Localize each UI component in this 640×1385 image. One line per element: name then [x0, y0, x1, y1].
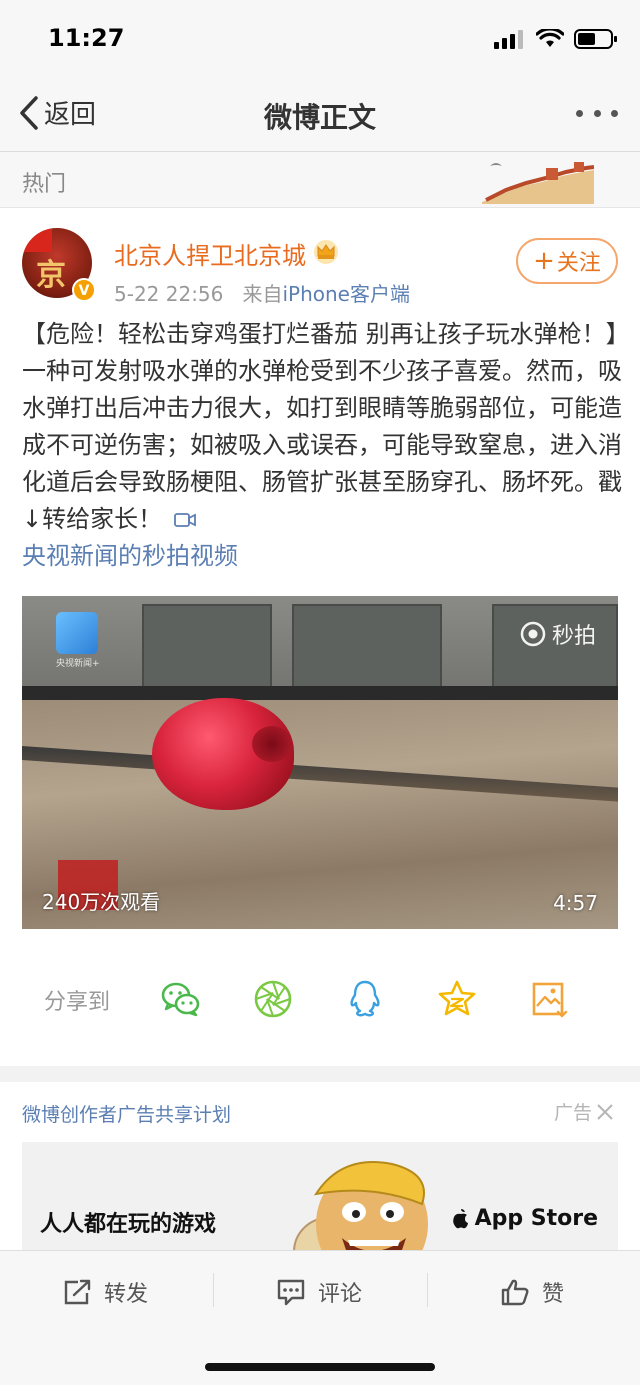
comment-button[interactable]: 评论	[276, 1273, 362, 1311]
great-wall-icon	[482, 162, 594, 204]
thumbs-up-icon	[501, 1279, 529, 1306]
ad-header[interactable]: 微博创作者广告共享计划	[22, 1100, 231, 1127]
ad-card: 微博创作者广告共享计划 广告 人人都在玩的游戏 App Store	[0, 1082, 640, 1262]
cctv-news-logo-icon	[56, 612, 98, 654]
verified-badge-icon: V	[72, 278, 96, 302]
status-icons	[494, 28, 618, 50]
divider	[427, 1273, 428, 1307]
post-text: 【危险！轻松击穿鸡蛋打烂番茄 别再让孩子玩水弹枪！】一种可发射吸水弹的水弹枪受到…	[22, 320, 622, 533]
hot-banner[interactable]: 热门	[0, 152, 640, 208]
post-username[interactable]: 北京人捍卫北京城	[114, 236, 306, 271]
post-card: 京 V 北京人捍卫北京城 5-22 22:56 来自iPhone客户端 + 关注…	[0, 208, 640, 1066]
video-logo-text: 央视新闻+	[56, 659, 100, 669]
comment-icon	[277, 1279, 305, 1306]
post-time: 5-22 22:56	[114, 282, 224, 306]
app-store-badge[interactable]: App Store	[451, 1206, 598, 1231]
app-store-label: App Store	[474, 1206, 598, 1231]
video-link-icon	[173, 513, 196, 527]
post-body: 【危险！轻松击穿鸡蛋打烂番茄 别再让孩子玩水弹枪！】一种可发射吸水弹的水弹枪受到…	[22, 316, 622, 575]
game-character-icon	[293, 1161, 428, 1262]
qzone-icon[interactable]	[436, 978, 478, 1020]
dot-icon	[593, 109, 601, 117]
ad-title: 人人都在玩的游戏	[40, 1212, 217, 1237]
tomato-bite	[252, 726, 292, 762]
miaopai-watermark: 秒拍	[520, 618, 596, 650]
share-row: 分享到	[0, 968, 640, 1028]
ad-tag[interactable]: 广告	[554, 1098, 614, 1125]
battery-icon	[574, 29, 617, 49]
repost-icon	[64, 1279, 91, 1305]
plus-icon: +	[533, 246, 555, 276]
ad-tag-label: 广告	[553, 1102, 592, 1124]
dot-icon	[611, 109, 618, 117]
like-label: 赞	[542, 1282, 565, 1307]
ad-banner[interactable]: 人人都在玩的游戏 App Store	[22, 1142, 618, 1262]
repost-button[interactable]: 转发	[62, 1273, 148, 1311]
video-views: 240万次观看	[42, 890, 161, 914]
save-image-icon[interactable]	[528, 978, 570, 1020]
page-title: 微博正文	[263, 101, 376, 134]
video-player[interactable]: 央视新闻+ 秒拍 240万次观看 4:57	[22, 596, 618, 929]
comment-label: 评论	[318, 1282, 363, 1307]
video-duration: 4:57	[553, 891, 598, 915]
share-label: 分享到	[44, 990, 111, 1015]
close-icon[interactable]	[596, 1103, 614, 1121]
avatar-glyph: 京	[36, 258, 66, 293]
moments-icon[interactable]	[252, 978, 294, 1020]
like-button[interactable]: 赞	[500, 1273, 564, 1311]
nav-bar: 返回 微博正文	[0, 78, 640, 152]
flag-icon	[22, 228, 52, 252]
follow-label: 关注	[556, 251, 601, 276]
bottom-action-bar: 转发 评论 赞	[0, 1250, 640, 1385]
crown-icon[interactable]	[312, 238, 340, 264]
post-source-prefix: 来自	[242, 282, 283, 306]
miaopai-logo-icon	[520, 621, 546, 647]
hot-label: 热门	[22, 172, 67, 197]
miaopai-label: 秒拍	[551, 624, 596, 649]
cellular-signal-icon	[494, 30, 523, 49]
wechat-icon[interactable]	[160, 978, 202, 1020]
qq-icon[interactable]	[344, 978, 386, 1020]
home-indicator[interactable]	[205, 1363, 435, 1371]
wifi-icon	[536, 29, 564, 47]
follow-button[interactable]: + 关注	[516, 238, 618, 284]
repost-label: 转发	[104, 1282, 149, 1307]
post-meta: 5-22 22:56 来自iPhone客户端	[114, 278, 410, 307]
dot-icon	[576, 109, 583, 117]
status-time: 11:27	[48, 24, 125, 52]
apple-icon	[452, 1208, 468, 1228]
divider	[213, 1273, 214, 1307]
video-link[interactable]: 央视新闻的秒拍视频	[22, 542, 238, 570]
status-bar: 11:27	[0, 0, 640, 78]
post-source[interactable]: iPhone客户端	[282, 282, 410, 306]
more-options-button[interactable]	[576, 100, 618, 126]
